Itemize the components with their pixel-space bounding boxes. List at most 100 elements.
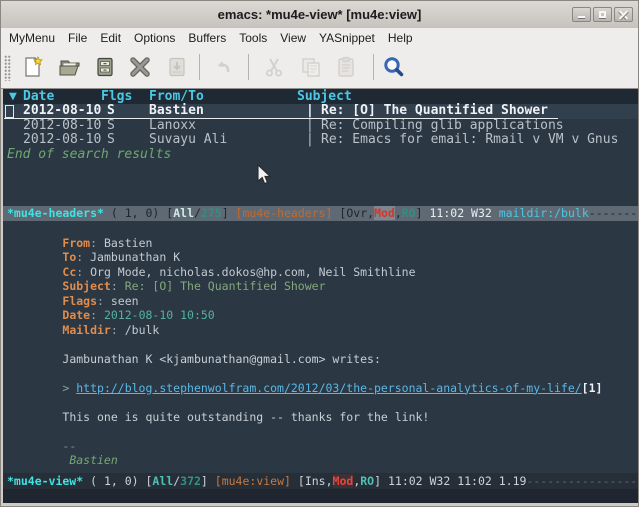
row-flags: S <box>107 119 115 134</box>
modeline-segment: ] <box>201 474 215 488</box>
modeline-segment: RO <box>402 206 416 220</box>
message-header-field: Maildir: /bulk <box>3 308 638 323</box>
blank-line <box>3 323 638 338</box>
message-header-field: From: Bastien <box>3 221 638 236</box>
row-date: 2012-08-10 <box>23 119 101 134</box>
modeline-segment: RO <box>360 474 374 488</box>
row-from: Suvayu Ali <box>149 133 227 148</box>
signature-name: Bastien <box>62 453 117 467</box>
modeline-segment: Mod <box>333 474 354 488</box>
modeline-segment: [mu4e-headers] <box>236 206 333 220</box>
message-quote-line: > http://blog.stephenwolfram.com/2012/03… <box>3 366 638 381</box>
modeline-segment: ( 1, 0) <box>104 206 166 220</box>
modeline-segment: ------------------------------ <box>589 206 638 220</box>
copy-icon[interactable] <box>299 55 323 79</box>
row-from: Bastien <box>149 104 204 119</box>
headers-column-row: ▼ Date Flgs From/To Subject <box>3 89 638 104</box>
row-from: Lanoxx <box>149 119 196 134</box>
maximize-button[interactable] <box>593 7 612 22</box>
column-from[interactable]: From/To <box>149 89 204 104</box>
maximize-icon <box>599 11 606 18</box>
blank-line <box>3 352 638 367</box>
tool-bar <box>1 47 638 89</box>
row-subject: Re: [O] The Quantified Shower <box>321 104 548 119</box>
save-as-icon[interactable] <box>165 55 189 79</box>
message-header-field: Flags: seen <box>3 279 638 294</box>
modeline-segment: / <box>194 206 201 220</box>
menu-buffers[interactable]: Buffers <box>188 31 226 45</box>
modeline-segment: All <box>152 474 173 488</box>
undo-icon[interactable] <box>211 55 235 79</box>
column-date[interactable]: Date <box>23 89 54 104</box>
table-row[interactable]: 2012-08-10 S Lanoxx | Re: Compiling glib… <box>3 119 638 134</box>
modeline-segment: ] <box>374 474 388 488</box>
message-header-field: Date: 2012-08-10 10:50 <box>3 294 638 309</box>
mouse-cursor <box>257 164 272 186</box>
modeline-segment: 275 <box>201 206 222 220</box>
modeline-segment: ] <box>222 206 236 220</box>
column-subject[interactable]: Subject <box>297 89 352 104</box>
modeline-segment: 372 <box>180 474 201 488</box>
menu-bar: MyMenu File Edit Options Buffers Tools V… <box>1 28 638 47</box>
window-frame-edge <box>1 503 638 506</box>
row-flags: S <box>107 133 115 148</box>
mu4e-view-window: From: Bastien To: Jambunathan K Cc: Org … <box>3 221 638 473</box>
toolbar-separator <box>373 54 374 80</box>
menu-mymenu[interactable]: MyMenu <box>9 31 55 45</box>
menu-file[interactable]: File <box>68 31 87 45</box>
modeline-segment: -------------------- <box>526 474 638 488</box>
modeline-segment: , <box>326 474 333 488</box>
emacs-cursor <box>5 105 14 118</box>
view-modeline: *mu4e-view* ( 1, 0) [All/372] [mu4e:view… <box>3 473 638 489</box>
headers-modeline: *mu4e-headers* ( 1, 0) [All/275] [mu4e-h… <box>3 206 638 221</box>
signature-separator-line: -- <box>3 424 638 439</box>
menu-options[interactable]: Options <box>134 31 175 45</box>
modeline-segment: [ <box>291 474 305 488</box>
modeline-segment: 11:02 W32 <box>430 206 499 220</box>
row-subject: Re: Compiling glib applications <box>321 119 564 134</box>
search-icon[interactable] <box>382 55 406 79</box>
thread-indicator: | <box>306 133 314 148</box>
blank-line <box>3 410 638 425</box>
open-folder-icon[interactable] <box>58 55 82 79</box>
new-file-icon[interactable] <box>21 55 45 79</box>
row-date: 2012-08-10 <box>23 104 101 119</box>
table-row[interactable]: 2012-08-10 S Suvayu Ali | Re: Emacs for … <box>3 133 638 148</box>
modeline-segment: [mu4e:view] <box>215 474 291 488</box>
modeline-segment: All <box>173 206 194 220</box>
menu-yasnippet[interactable]: YASnippet <box>319 31 375 45</box>
signature-line: Bastien <box>3 439 638 454</box>
table-row-selected[interactable]: 2012-08-10 S Bastien | Re: [O] The Quant… <box>3 104 638 119</box>
paste-icon[interactable] <box>334 55 358 79</box>
modeline-segment: ( 1, 0) <box>83 474 145 488</box>
minimize-button[interactable] <box>572 7 591 22</box>
message-body-line: Jambunathan K <kjambunathan@gmail.com> w… <box>3 337 638 352</box>
save-icon[interactable] <box>93 55 117 79</box>
toolbar-drag-handle[interactable] <box>4 55 11 81</box>
thread-indicator: | <box>306 104 314 119</box>
menu-edit[interactable]: Edit <box>100 31 121 45</box>
column-flags[interactable]: Flgs <box>101 89 132 104</box>
thread-indicator: | <box>306 119 314 134</box>
emacs-window: emacs: *mu4e-view* [mu4e:view] MyMenu Fi… <box>0 0 639 507</box>
modeline-segment: 11:02 W32 11:02 1.19 <box>388 474 526 488</box>
menu-help[interactable]: Help <box>388 31 413 45</box>
title-bar[interactable]: emacs: *mu4e-view* [mu4e:view] <box>1 1 638 29</box>
sort-descending-icon[interactable]: ▼ <box>9 89 17 104</box>
menu-tools[interactable]: Tools <box>239 31 267 45</box>
emacs-frame-content: ▼ Date Flgs From/To Subject 2012-08-10 S… <box>3 89 638 505</box>
close-buffer-icon[interactable] <box>128 55 152 79</box>
modeline-segment: Ins <box>305 474 326 488</box>
modeline-segment: Mod <box>374 206 395 220</box>
window-title: emacs: *mu4e-view* [mu4e:view] <box>1 1 638 28</box>
cut-icon[interactable] <box>262 55 286 79</box>
modeline-segment: ] <box>416 206 430 220</box>
row-subject: Re: Emacs for email: Rmail v VM v Gnus <box>321 133 618 148</box>
modeline-segment: maildir:/bulk <box>499 206 589 220</box>
window-controls <box>572 7 633 22</box>
close-button[interactable] <box>614 7 633 22</box>
message-header-field: To: Jambunathan K <box>3 236 638 251</box>
menu-view[interactable]: View <box>280 31 306 45</box>
modeline-segment: *mu4e-view* <box>7 474 83 488</box>
message-header-field: Cc: Org Mode, nicholas.dokos@hp.com, Nei… <box>3 250 638 265</box>
